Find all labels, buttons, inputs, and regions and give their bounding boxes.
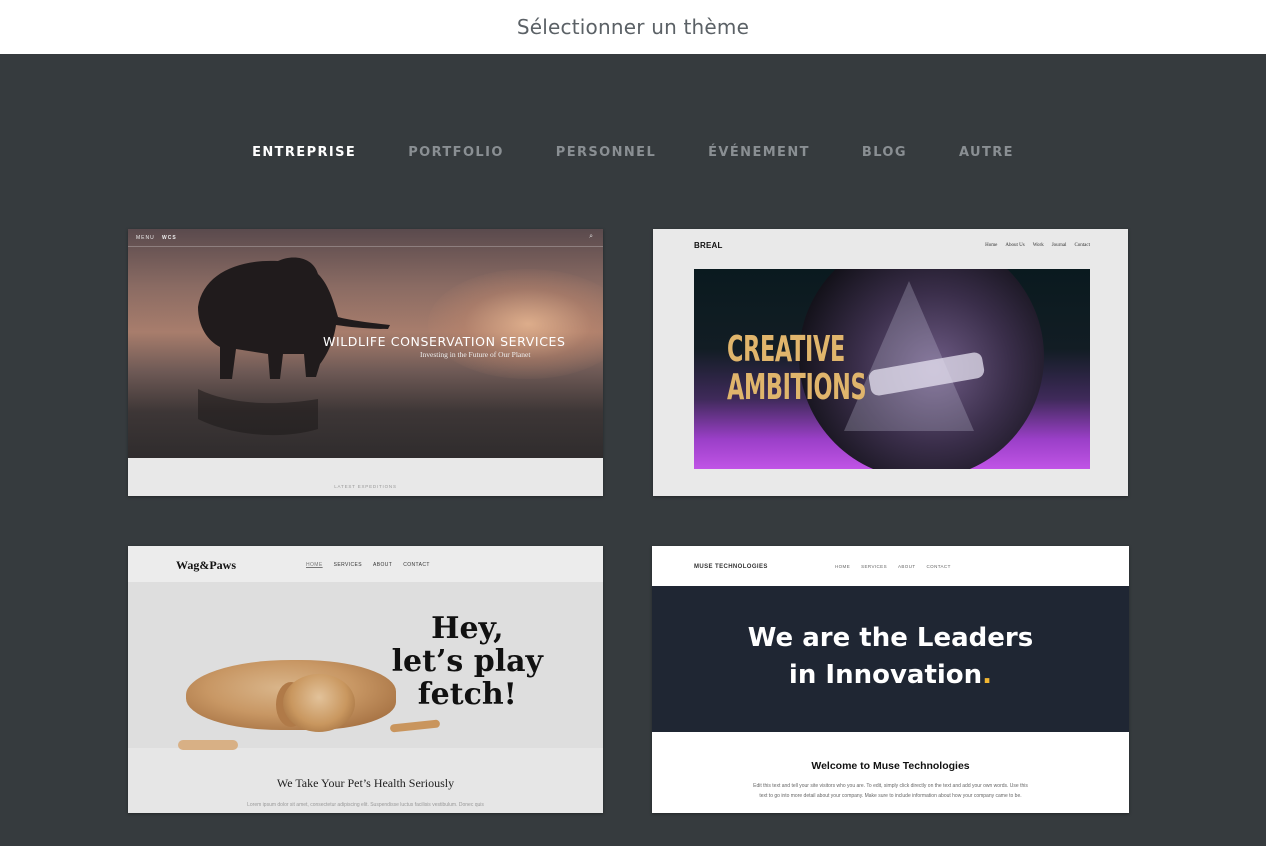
section-title: Welcome to Muse Technologies: [811, 760, 970, 772]
headline-line-1: CREATIVE: [727, 329, 845, 370]
footer-label: LATEST EXPEDITIONS: [334, 484, 397, 489]
headline-line-2: AMBITIONS: [727, 367, 867, 408]
puppy-tail: [389, 719, 441, 733]
tab-entreprise[interactable]: ENTREPRISE: [252, 145, 356, 160]
hero-headline: Hey, let’s play fetch!: [392, 612, 543, 711]
nav-item: SERVICES: [861, 564, 887, 569]
nav-item: CONTACT: [926, 564, 951, 569]
search-icon: ⌕: [589, 233, 593, 240]
body-text: Lorem ipsum dolor sit amet, consectetur …: [247, 802, 484, 808]
nav-item: ABOUT: [373, 562, 393, 568]
page-header: Sélectionner un thème: [0, 0, 1266, 54]
preview-footer: LATEST EXPEDITIONS: [128, 458, 603, 496]
puppy-head: [283, 674, 355, 732]
category-tabs: ENTREPRISE PORTFOLIO PERSONNEL ÉVÉNEMENT…: [0, 145, 1266, 160]
theme-preview-image: MENU WCS ⌕ WILDLIFE CONSERVATION SERVICE…: [128, 229, 603, 458]
theme-card-breal[interactable]: BREAL Home About Us Work Journal Contact…: [653, 229, 1128, 496]
site-header: Wag&Paws HOME SERVICES ABOUT CONTACT: [128, 546, 603, 582]
body-text: Edit this text and tell your site visito…: [753, 783, 1028, 799]
nav-divider: [128, 246, 603, 247]
site-logo: Wag&Paws: [176, 558, 236, 572]
hero-headline: CREATIVE AMBITIONS: [727, 329, 867, 408]
headline-line-2: let’s play: [391, 644, 543, 679]
headline-line-1: Hey,: [431, 611, 504, 646]
site-brand: WCS: [162, 235, 177, 241]
nav-item: Contact: [1074, 243, 1090, 248]
nav-item: Journal: [1051, 243, 1067, 248]
menu-link: MENU: [136, 235, 155, 241]
page-title: Sélectionner un thème: [516, 15, 750, 39]
hero-subtitle: Investing in the Future of Our Planet: [420, 350, 531, 359]
accent-dot: .: [982, 660, 993, 690]
tab-autre[interactable]: AUTRE: [959, 145, 1014, 160]
tab-blog[interactable]: BLOG: [862, 145, 907, 160]
puppy-paw: [178, 740, 238, 750]
theme-card-muse[interactable]: MUSE TECHNOLOGIES HOME SERVICES ABOUT CO…: [652, 546, 1129, 813]
nav-item: SERVICES: [333, 562, 363, 568]
tab-evenement[interactable]: ÉVÉNEMENT: [708, 145, 810, 160]
section-title: We Take Your Pet’s Health Seriously: [276, 776, 455, 790]
hero-headline: We are the Leaders in Innovation.: [652, 620, 1129, 694]
nav-item: Work: [1032, 243, 1044, 248]
tab-portfolio[interactable]: PORTFOLIO: [408, 145, 504, 160]
site-nav: HOME SERVICES ABOUT CONTACT: [306, 562, 430, 568]
headline-line-3: fetch!: [417, 677, 517, 712]
theme-card-wildlife[interactable]: MENU WCS ⌕ WILDLIFE CONSERVATION SERVICE…: [128, 229, 603, 496]
theme-preview-image: CREATIVE AMBITIONS: [694, 269, 1090, 469]
nav-item: About Us: [1005, 243, 1025, 248]
site-nav: HOME SERVICES ABOUT CONTACT: [835, 564, 951, 569]
nav-item: HOME: [835, 564, 851, 569]
site-nav: Home About Us Work Journal Contact: [985, 243, 1090, 248]
theme-card-wagpaws[interactable]: Wag&Paws HOME SERVICES ABOUT CONTACT Hey…: [128, 546, 603, 813]
site-logo: BREAL: [694, 241, 723, 250]
headline-line-1: We are the Leaders: [747, 623, 1034, 653]
nav-item: CONTACT: [403, 562, 430, 568]
nav-item: ABOUT: [898, 564, 916, 569]
hero-title: WILDLIFE CONSERVATION SERVICES: [323, 334, 566, 349]
headline-text: in Innovation: [788, 660, 983, 690]
nav-item: HOME: [306, 562, 323, 568]
site-logo: MUSE TECHNOLOGIES: [694, 564, 768, 570]
tab-personnel[interactable]: PERSONNEL: [556, 145, 656, 160]
hero-banner: We are the Leaders in Innovation.: [652, 586, 1129, 732]
nav-item: Home: [985, 243, 998, 248]
headline-line-2: in Innovation.: [652, 657, 1129, 694]
